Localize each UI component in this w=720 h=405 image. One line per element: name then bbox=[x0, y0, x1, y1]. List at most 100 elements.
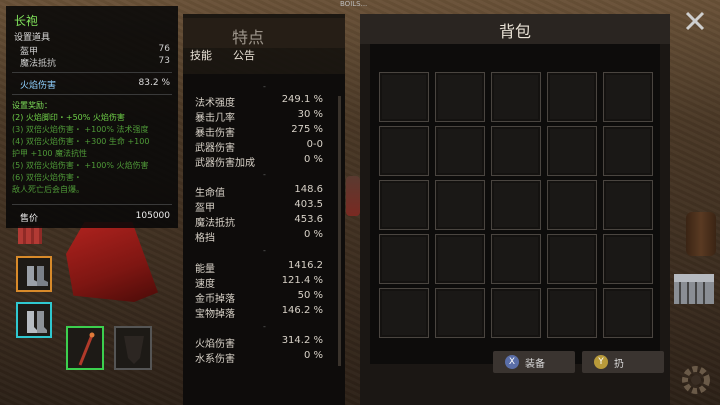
stats-title: 特点 bbox=[231, 28, 264, 47]
character-robe bbox=[66, 222, 158, 302]
stat-label: 格挡 bbox=[195, 233, 215, 244]
stat-value: 0 % bbox=[303, 229, 323, 240]
gear-icon[interactable] bbox=[678, 362, 714, 398]
bag-slot[interactable] bbox=[435, 126, 485, 176]
top-caption: BOILS... bbox=[340, 0, 368, 8]
banner-decoration bbox=[18, 226, 42, 244]
stat-value: 453.6 bbox=[294, 214, 323, 225]
set-bonus-line: 护甲 +100 魔法抗性 bbox=[12, 149, 88, 158]
stat-value: 146.2 % bbox=[281, 305, 323, 316]
bag-slot[interactable] bbox=[603, 126, 653, 176]
stat-value: 148.6 bbox=[294, 184, 323, 195]
price-label: 售价 bbox=[20, 214, 39, 224]
tooltip-divider bbox=[12, 204, 172, 205]
equip-slot-weapon[interactable] bbox=[66, 326, 104, 370]
stat-value: 0 % bbox=[303, 350, 323, 361]
stat-value: 314.2 % bbox=[281, 335, 323, 346]
stat-label: 水系伤害 bbox=[195, 354, 235, 365]
stats-title-bar: 特点 bbox=[183, 18, 345, 48]
set-bonus-line: 敌人死亡后会自爆。 bbox=[12, 185, 84, 194]
stat-label: 速度 bbox=[195, 279, 215, 290]
set-bonus-line: (4) 双倍火焰伤害・ +300 生命 +100 bbox=[12, 137, 150, 146]
stat-label: 能量 bbox=[195, 264, 215, 275]
equip-slot-boots[interactable] bbox=[16, 256, 52, 292]
drop-label: 扔 bbox=[614, 359, 624, 370]
bag-slot[interactable] bbox=[547, 180, 597, 230]
stat-label: 暴击伤害 bbox=[195, 128, 235, 139]
tab-announcements[interactable]: 公告 bbox=[233, 47, 255, 63]
stat-value: 0 % bbox=[303, 154, 323, 165]
stat-value: 275 % bbox=[291, 124, 323, 135]
bag-slot[interactable] bbox=[491, 180, 541, 230]
stat-label: 武器伤害 bbox=[195, 143, 235, 154]
bag-slot[interactable] bbox=[435, 234, 485, 284]
drop-button[interactable]: Y 扔 bbox=[582, 351, 664, 373]
stats-separator: - bbox=[263, 82, 266, 91]
stat-value: 0-0 bbox=[306, 139, 323, 150]
stat-label: 火焰伤害 bbox=[195, 339, 235, 350]
bag-slot[interactable] bbox=[547, 72, 597, 122]
set-bonus-line: (5) 双倍火焰伤害・ +100% 火焰伤害 bbox=[12, 161, 149, 170]
item-stat-value: 73 bbox=[158, 56, 170, 66]
stats-separator: - bbox=[263, 322, 266, 331]
bag-slot[interactable] bbox=[491, 234, 541, 284]
tab-skills[interactable]: 技能 bbox=[190, 47, 212, 63]
stat-value: 121.4 % bbox=[281, 275, 323, 286]
bag-title-bar: 背包 bbox=[360, 14, 670, 44]
stats-separator: - bbox=[263, 246, 266, 255]
stat-label: 金币掉落 bbox=[195, 294, 235, 305]
item-type: 设置道具 bbox=[14, 33, 51, 43]
bag-slot[interactable] bbox=[603, 288, 653, 338]
stat-label: 生命值 bbox=[195, 188, 225, 199]
bag-slot[interactable] bbox=[547, 234, 597, 284]
bag-slot[interactable] bbox=[379, 288, 429, 338]
set-bonus-header: 设置奖励： bbox=[12, 101, 52, 110]
stat-label: 武器伤害加成 bbox=[195, 158, 255, 169]
staff-icon bbox=[78, 332, 95, 366]
tooltip-divider bbox=[12, 94, 172, 95]
price-value: 105000 bbox=[135, 211, 170, 221]
equip-button[interactable]: X 装备 bbox=[493, 351, 575, 373]
bag-slot[interactable] bbox=[547, 126, 597, 176]
bag-slot[interactable] bbox=[379, 234, 429, 284]
treasure-chest-icon[interactable] bbox=[672, 270, 716, 306]
stat-value: 1416.2 bbox=[288, 260, 323, 271]
character-area: 长袍 设置道具 盔甲 76 魔法抵抗 73 火焰伤害 83.2 % 设置奖励： … bbox=[0, 0, 184, 405]
stat-value: 403.5 bbox=[294, 199, 323, 210]
fire-damage-label: 火焰伤害 bbox=[20, 81, 57, 91]
bag-slot[interactable] bbox=[379, 126, 429, 176]
y-key-icon: Y bbox=[594, 355, 608, 369]
shield-icon bbox=[124, 336, 144, 364]
bag-title: 背包 bbox=[498, 22, 531, 41]
stat-value: 249.1 % bbox=[281, 94, 323, 105]
stat-value: 30 % bbox=[297, 109, 323, 120]
close-icon[interactable] bbox=[682, 8, 708, 34]
bag-slot[interactable] bbox=[547, 288, 597, 338]
bag-slot[interactable] bbox=[379, 72, 429, 122]
equip-slot-offhand[interactable] bbox=[114, 326, 152, 370]
bag-slot[interactable] bbox=[603, 180, 653, 230]
stat-label: 盔甲 bbox=[195, 203, 215, 214]
set-bonus-line: (2) 火焰脚印・+50% 火焰伤害 bbox=[12, 113, 125, 122]
stats-scrollbar[interactable] bbox=[338, 96, 341, 366]
tooltip-divider bbox=[12, 72, 172, 73]
bag-slot[interactable] bbox=[379, 180, 429, 230]
bag-slot[interactable] bbox=[435, 72, 485, 122]
bag-slot[interactable] bbox=[435, 180, 485, 230]
bag-slot[interactable] bbox=[603, 72, 653, 122]
barrel-decoration bbox=[686, 212, 716, 256]
greaves-icon bbox=[27, 311, 47, 333]
x-key-icon: X bbox=[505, 355, 519, 369]
bag-slot[interactable] bbox=[603, 234, 653, 284]
bag-slot[interactable] bbox=[491, 72, 541, 122]
fire-damage-value: 83.2 % bbox=[138, 78, 170, 88]
bag-slot[interactable] bbox=[435, 288, 485, 338]
background-figure bbox=[346, 176, 360, 216]
stats-panel: 特点 技能 公告 - 法术强度 249.1 % 暴击几率 30 % 暴击伤害 2… bbox=[183, 14, 345, 405]
bag-slot[interactable] bbox=[491, 288, 541, 338]
item-name: 长袍 bbox=[14, 14, 39, 28]
item-stat-label: 魔法抵抗 bbox=[20, 59, 57, 69]
equip-slot-greaves[interactable] bbox=[16, 302, 52, 338]
bag-slot[interactable] bbox=[491, 126, 541, 176]
stat-value: 50 % bbox=[297, 290, 323, 301]
